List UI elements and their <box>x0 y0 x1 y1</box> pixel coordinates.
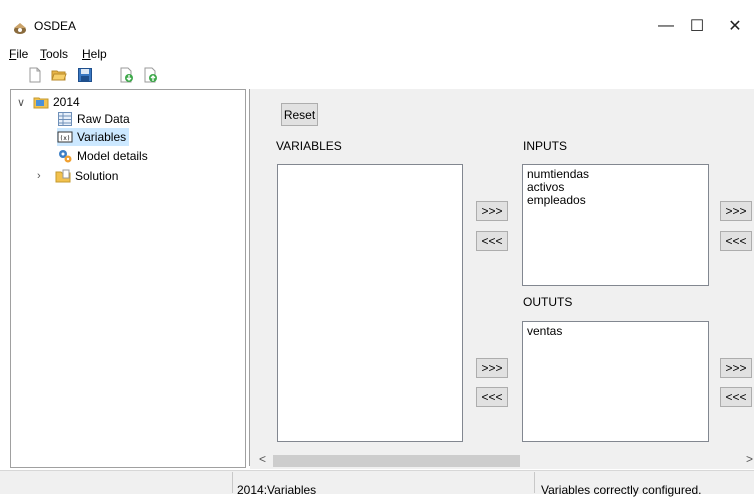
solution-folder-icon <box>55 169 71 183</box>
list-item[interactable]: empleados <box>527 194 704 207</box>
move-left-button[interactable]: <<< <box>720 387 752 407</box>
tree-item-variables[interactable]: (x) Variables <box>57 128 130 146</box>
toolbar <box>0 64 754 88</box>
svg-text:(x): (x) <box>60 135 71 142</box>
menu-file-label: ile <box>16 47 29 61</box>
scroll-right-arrow-icon[interactable]: > <box>746 452 753 466</box>
inputs-header: INPUTS <box>523 139 568 153</box>
tree-item-raw-data[interactable]: Raw Data <box>57 110 130 128</box>
tree-item-label: Variables <box>77 130 127 144</box>
import-document-icon[interactable] <box>119 67 135 83</box>
close-button[interactable]: ✕ <box>712 12 754 40</box>
tree-root-label: 2014 <box>53 95 80 109</box>
tree-item-label: Solution <box>75 169 119 183</box>
tree-item-label: Raw Data <box>77 112 130 126</box>
chevron-right-icon[interactable]: › <box>37 170 47 182</box>
remove-from-outputs-button[interactable]: <<< <box>476 387 508 407</box>
scroll-left-arrow-icon[interactable]: < <box>259 452 266 466</box>
tree-item-label: Model details <box>77 149 148 163</box>
menu-bar <box>0 44 754 64</box>
menu-file[interactable]: File <box>9 47 28 61</box>
table-icon <box>58 112 72 126</box>
move-to-outputs-button[interactable]: >>> <box>476 358 508 378</box>
menu-help[interactable]: Help <box>82 47 107 61</box>
tree-item-solution[interactable]: › Solution <box>37 167 118 185</box>
status-path: 2014:Variables <box>237 483 317 497</box>
outputs-header: OUTUTS <box>523 295 573 309</box>
menu-tools-label: ools <box>46 47 69 61</box>
outputs-list[interactable]: ventas <box>522 321 709 442</box>
variables-header: VARIABLES <box>276 139 342 153</box>
inputs-list[interactable]: numtiendas activos empleados <box>522 164 709 286</box>
scrollbar-thumb[interactable] <box>273 455 520 467</box>
tree-item-model-details[interactable]: Model details <box>57 147 148 165</box>
status-message: Variables correctly configured. <box>541 483 702 497</box>
title-bar[interactable] <box>0 10 754 44</box>
move-left-button[interactable]: <<< <box>720 231 752 251</box>
status-separator <box>534 472 535 493</box>
save-disk-icon[interactable] <box>77 67 93 83</box>
gear-icon <box>59 150 72 163</box>
move-to-inputs-button[interactable]: >>> <box>476 201 508 221</box>
project-folder-icon <box>33 97 49 109</box>
chevron-down-icon[interactable]: ∨ <box>17 96 27 109</box>
variables-list[interactable] <box>277 164 463 442</box>
open-folder-icon[interactable] <box>51 67 67 83</box>
new-document-icon[interactable] <box>27 67 43 83</box>
move-right-button[interactable]: >>> <box>720 358 752 378</box>
list-item[interactable]: ventas <box>527 325 704 338</box>
menu-help-accel: H <box>82 47 91 61</box>
tree-root-2014[interactable]: ∨ 2014 <box>17 93 80 111</box>
move-right-button[interactable]: >>> <box>720 201 752 221</box>
reset-button[interactable]: Reset <box>281 103 318 126</box>
variables-icon: (x) <box>57 131 73 143</box>
export-document-icon[interactable] <box>143 67 159 83</box>
menu-tools[interactable]: Tools <box>40 47 68 61</box>
status-separator <box>232 472 233 493</box>
remove-from-inputs-button[interactable]: <<< <box>476 231 508 251</box>
window-title: OSDEA <box>34 19 77 33</box>
app-icon <box>14 23 26 34</box>
menu-help-label: elp <box>90 47 107 61</box>
